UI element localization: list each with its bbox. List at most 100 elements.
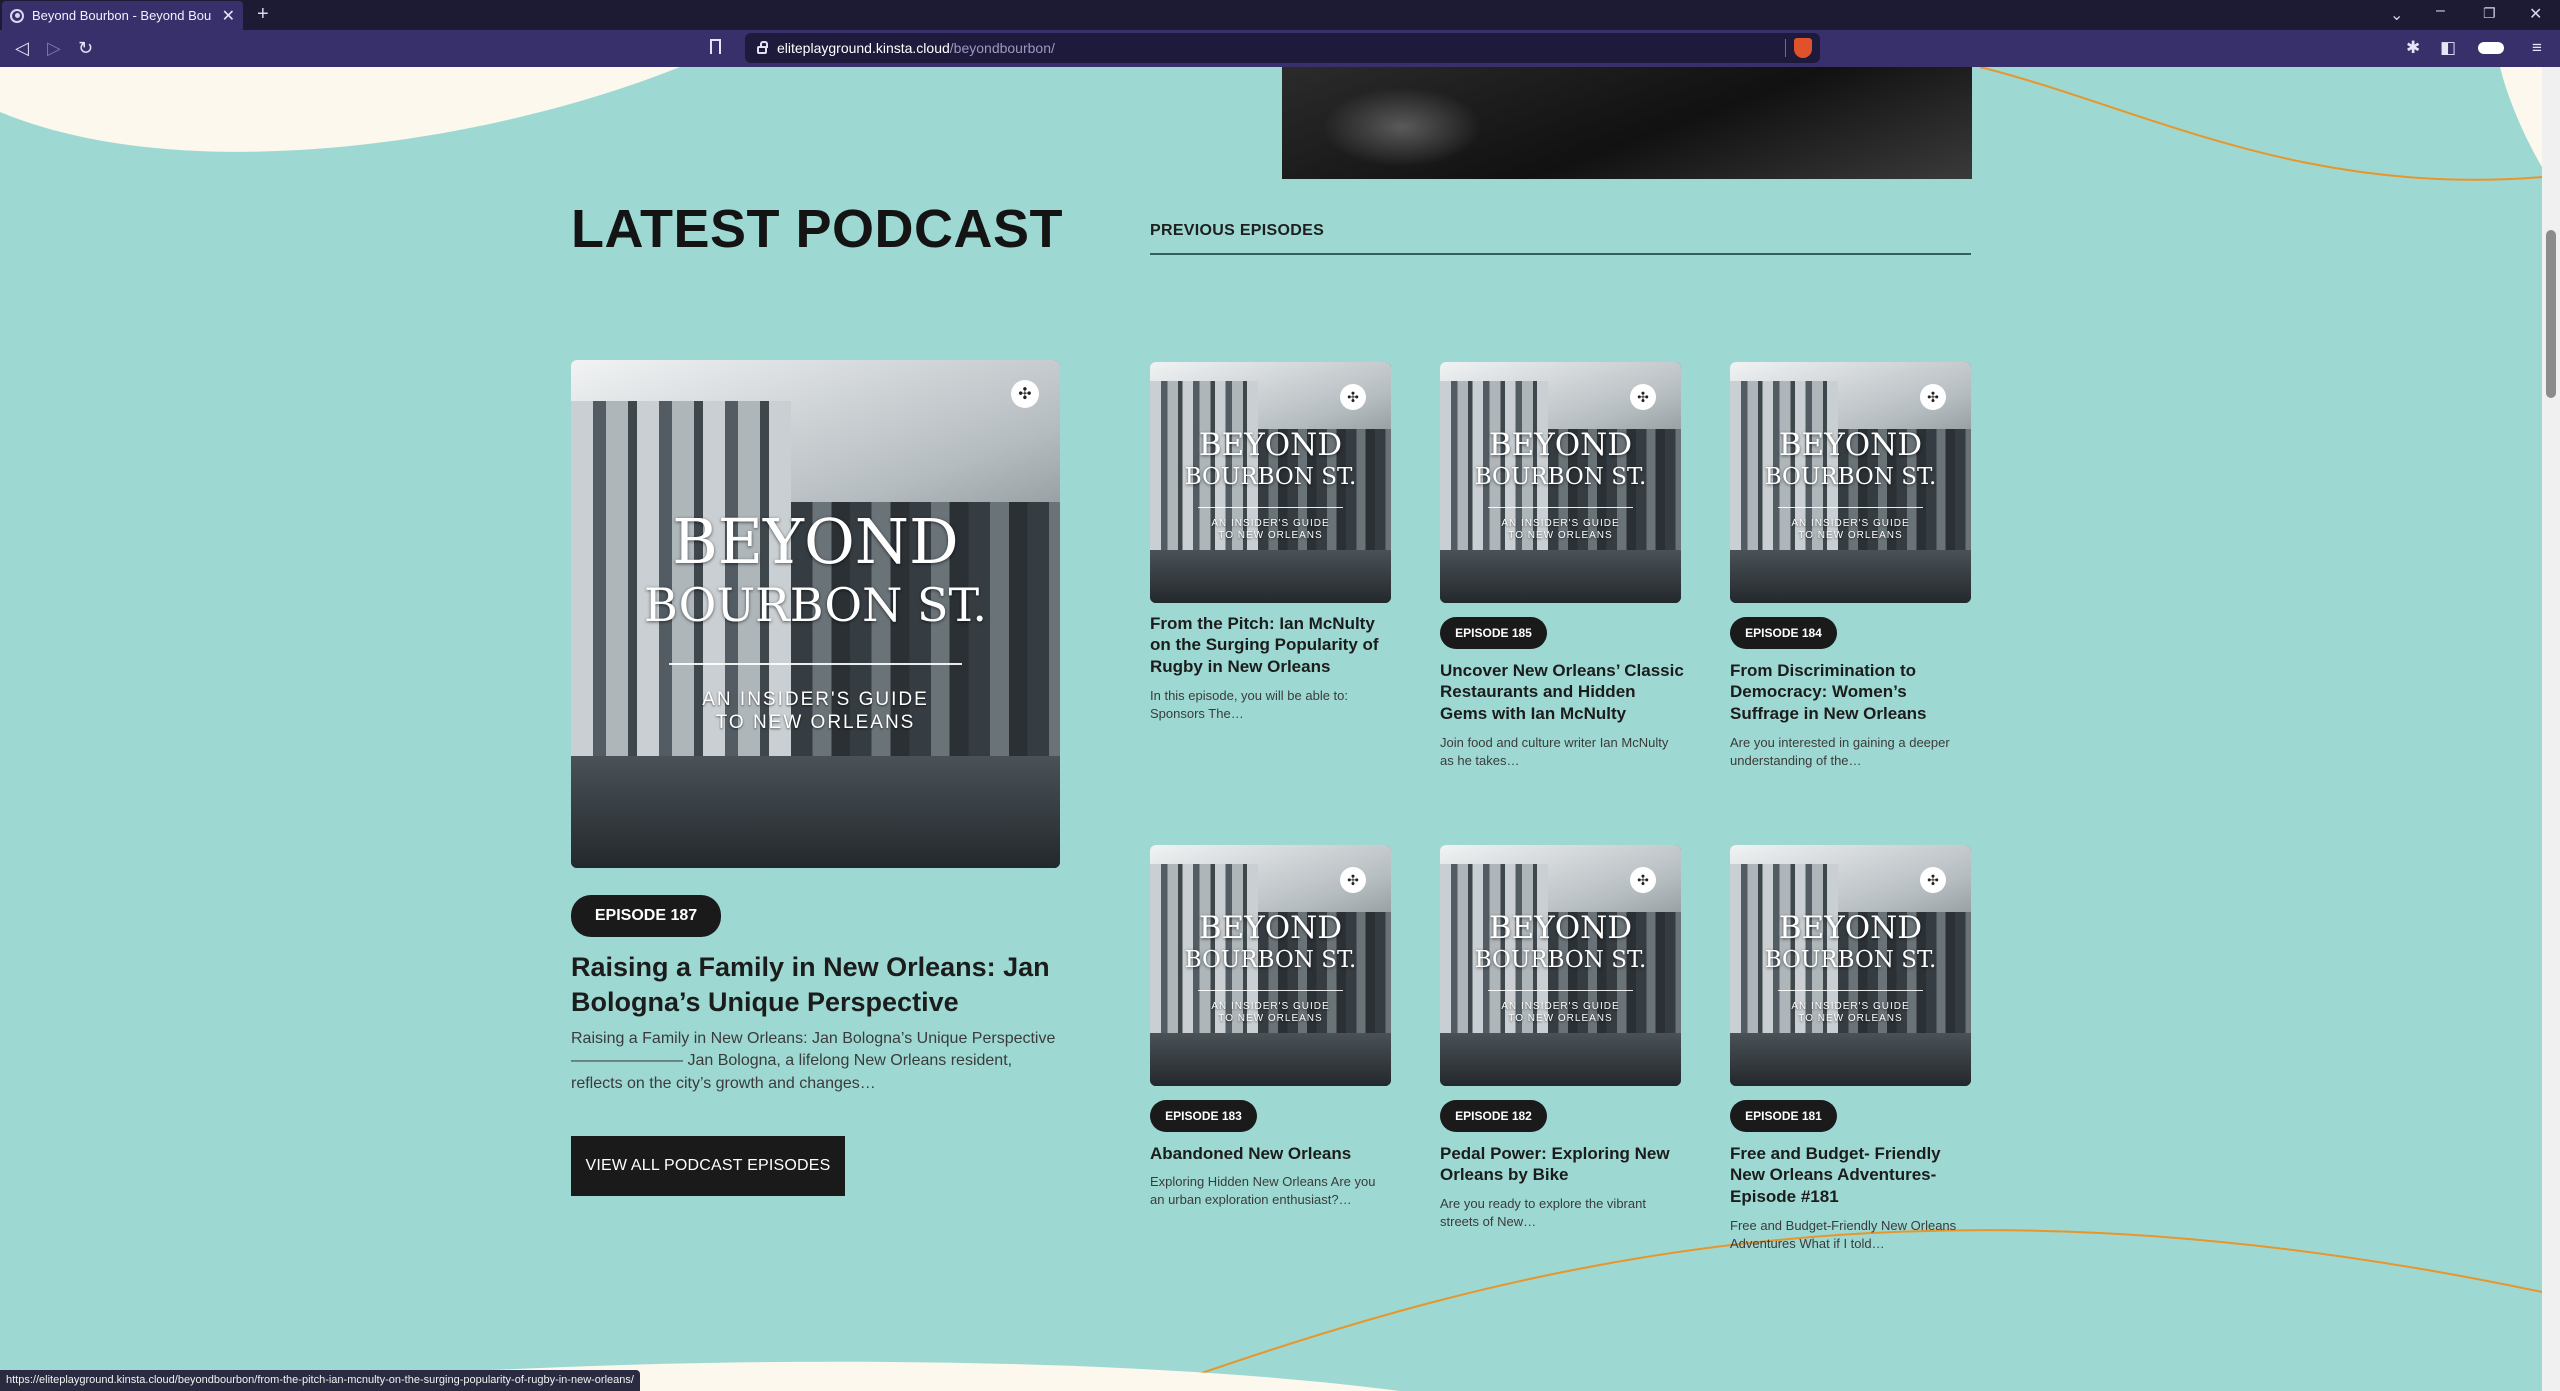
- reload-icon[interactable]: ↻: [78, 38, 93, 59]
- episode-title[interactable]: From Discrimination to Democracy: Women’…: [1730, 660, 1976, 724]
- cover-logo-line1: BEYOND: [1198, 910, 1343, 946]
- cover-logo-line2: BOURBON ST.: [1474, 947, 1647, 973]
- cover-tagline2: TO NEW ORLEANS: [1218, 1013, 1323, 1024]
- cover-logo-line2: BOURBON ST.: [1184, 947, 1357, 973]
- address-divider: [1785, 39, 1786, 57]
- latest-podcast-heading: LATEST PODCAST: [571, 199, 1063, 259]
- close-tab-icon[interactable]: ✕: [222, 6, 235, 26]
- episode-title[interactable]: Pedal Power: Exploring New Orleans by Bi…: [1440, 1143, 1686, 1186]
- episode-cover[interactable]: BEYOND BOURBON ST. AN INSIDER'S GUIDE TO NE…: [1440, 362, 1681, 603]
- cover-logo-line1: BEYOND: [1778, 427, 1923, 463]
- episode-badge: EPISODE 184: [1730, 617, 1837, 649]
- minimize-icon[interactable]: –: [2436, 2, 2445, 20]
- podcast-mic-icon[interactable]: ✣: [1630, 867, 1656, 893]
- extensions-icon[interactable]: ✱: [2406, 38, 2420, 58]
- wallet-extension-icon[interactable]: [2478, 42, 2504, 54]
- restore-icon[interactable]: ❐: [2483, 5, 2496, 22]
- tab-beyond-bourbon[interactable]: Beyond Bourbon - Beyond Bourb ✕: [2, 1, 243, 30]
- cover-logo-line1: BEYOND: [672, 505, 959, 578]
- cover-tagline2: TO NEW ORLEANS: [1798, 530, 1903, 541]
- cover-tagline1: AN INSIDER'S GUIDE: [1791, 518, 1910, 529]
- cover-rule: [1488, 507, 1633, 508]
- episode-excerpt: Are you interested in gaining a deeper u…: [1730, 735, 1950, 768]
- site-favicon-icon: [10, 8, 24, 23]
- hero-photo: [1282, 67, 1972, 179]
- cover-logo-line2: BOURBON ST.: [1474, 464, 1647, 490]
- episode-title[interactable]: From the Pitch: Ian McNulty on the Surgi…: [1150, 613, 1396, 677]
- episode-cover[interactable]: BEYOND BOURBON ST. AN INSIDER'S GUIDE TO NE…: [1730, 362, 1971, 603]
- cover-tagline1: AN INSIDER'S GUIDE: [1501, 1001, 1620, 1012]
- episode-cover[interactable]: BEYOND BOURBON ST. AN INSIDER'S GUIDE TO NE…: [1440, 845, 1681, 1086]
- url-path: /beyondbourbon/: [949, 40, 1055, 56]
- tab-strip: Beyond Bourbon - Beyond Bourb ✕ + ⌄ – ❐ …: [0, 0, 2560, 30]
- cover-rule: [668, 663, 963, 665]
- cover-rule: [1488, 990, 1633, 991]
- cover-tagline2: TO NEW ORLEANS: [1508, 530, 1613, 541]
- cover-tagline2: TO NEW ORLEANS: [1508, 1013, 1613, 1024]
- episode-excerpt: Exploring Hidden New Orleans Are you an …: [1150, 1174, 1376, 1207]
- section-divider: [1150, 253, 1971, 255]
- episode-excerpt: Are you ready to explore the vibrant str…: [1440, 1196, 1646, 1229]
- latest-episode-title[interactable]: Raising a Family in New Orleans: Jan Bol…: [571, 950, 1071, 1020]
- brave-shield-icon[interactable]: [1794, 38, 1812, 58]
- episode-badge: EPISODE 185: [1440, 617, 1547, 649]
- latest-episode-excerpt: Raising a Family in New Orleans: Jan Bol…: [571, 1030, 1056, 1092]
- close-window-icon[interactable]: ✕: [2529, 4, 2542, 24]
- episode-badge: EPISODE 182: [1440, 1100, 1547, 1132]
- menu-icon[interactable]: ≡: [2532, 38, 2542, 58]
- cover-tagline1: AN INSIDER'S GUIDE: [1791, 1001, 1910, 1012]
- podcast-mic-icon[interactable]: ✣: [1340, 867, 1366, 893]
- previous-episodes-heading: PREVIOUS EPISODES: [1150, 222, 1325, 239]
- podcast-mic-icon[interactable]: ✣: [1011, 380, 1039, 408]
- episode-cover[interactable]: BEYOND BOURBON ST. AN INSIDER'S GUIDE TO NE…: [1150, 845, 1391, 1086]
- back-icon[interactable]: ◁: [15, 38, 29, 59]
- episode-excerpt: In this episode, you will be able to: Sp…: [1150, 688, 1349, 721]
- episode-cover[interactable]: BEYOND BOURBON ST. AN INSIDER'S GUIDE TO NE…: [1150, 362, 1391, 603]
- bookmark-icon[interactable]: [710, 39, 721, 54]
- podcast-mic-icon[interactable]: ✣: [1340, 384, 1366, 410]
- scrollbar-thumb[interactable]: [2546, 230, 2556, 398]
- episode-badge: EPISODE 183: [1150, 1100, 1257, 1132]
- address-bar[interactable]: eliteplayground.kinsta.cloud /beyondbour…: [745, 33, 1820, 63]
- episode-excerpt: Free and Budget-Friendly New Orleans Adv…: [1730, 1218, 1957, 1251]
- cover-logo-line2: BOURBON ST.: [643, 578, 988, 632]
- cover-rule: [1198, 507, 1343, 508]
- cover-logo-line2: BOURBON ST.: [1184, 464, 1357, 490]
- episode-cover[interactable]: BEYOND BOURBON ST. AN INSIDER'S GUIDE TO NE…: [1730, 845, 1971, 1086]
- latest-episode-cover[interactable]: BEYOND BOURBON ST. AN INSIDER'S GUIDE TO…: [571, 360, 1060, 868]
- cover-rule: [1198, 990, 1343, 991]
- episode-excerpt: Join food and culture writer Ian McNulty…: [1440, 735, 1669, 768]
- sidebar-icon[interactable]: ◧: [2440, 38, 2456, 58]
- lock-icon: [757, 41, 768, 54]
- episode-title[interactable]: Uncover New Orleans’ Classic Restaurants…: [1440, 660, 1686, 724]
- cover-tagline1: AN INSIDER'S GUIDE: [1211, 1001, 1330, 1012]
- cover-tagline2: TO NEW ORLEANS: [715, 712, 916, 733]
- new-tab-icon[interactable]: +: [257, 3, 269, 26]
- podcast-mic-icon[interactable]: ✣: [1630, 384, 1656, 410]
- tab-list-chevron-icon[interactable]: ⌄: [2390, 5, 2403, 25]
- cover-logo-line1: BEYOND: [1198, 427, 1343, 463]
- cover-tagline2: TO NEW ORLEANS: [1798, 1013, 1903, 1024]
- cover-tagline1: AN INSIDER'S GUIDE: [1501, 518, 1620, 529]
- podcast-mic-icon[interactable]: ✣: [1920, 384, 1946, 410]
- podcast-mic-icon[interactable]: ✣: [1920, 867, 1946, 893]
- episode-badge: EPISODE 181: [1730, 1100, 1837, 1132]
- cover-logo-line2: BOURBON ST.: [1764, 464, 1937, 490]
- latest-episode-badge: EPISODE 187: [571, 895, 721, 937]
- cover-tagline1: AN INSIDER'S GUIDE: [1211, 518, 1330, 529]
- cover-logo-line1: BEYOND: [1488, 910, 1633, 946]
- episode-title[interactable]: Free and Budget- Friendly New Orleans Ad…: [1730, 1143, 1976, 1207]
- status-bar-url: https://eliteplayground.kinsta.cloud/bey…: [0, 1370, 640, 1391]
- view-all-episodes-button[interactable]: VIEW ALL PODCAST EPISODES: [571, 1136, 845, 1196]
- episode-title[interactable]: Abandoned New Orleans: [1150, 1143, 1396, 1164]
- forward-icon[interactable]: ▷: [47, 38, 61, 59]
- url-host: eliteplayground.kinsta.cloud: [777, 40, 950, 56]
- tab-title: Beyond Bourbon - Beyond Bourb: [32, 8, 212, 23]
- cover-logo-line2: BOURBON ST.: [1764, 947, 1937, 973]
- cover-logo-line1: BEYOND: [1488, 427, 1633, 463]
- cover-tagline2: TO NEW ORLEANS: [1218, 530, 1323, 541]
- cover-rule: [1778, 990, 1923, 991]
- cover-rule: [1778, 507, 1923, 508]
- browser-toolbar: ◁ ▷ ↻ eliteplayground.kinsta.cloud /beyo…: [0, 30, 2560, 67]
- cover-tagline1: AN INSIDER'S GUIDE: [702, 689, 929, 710]
